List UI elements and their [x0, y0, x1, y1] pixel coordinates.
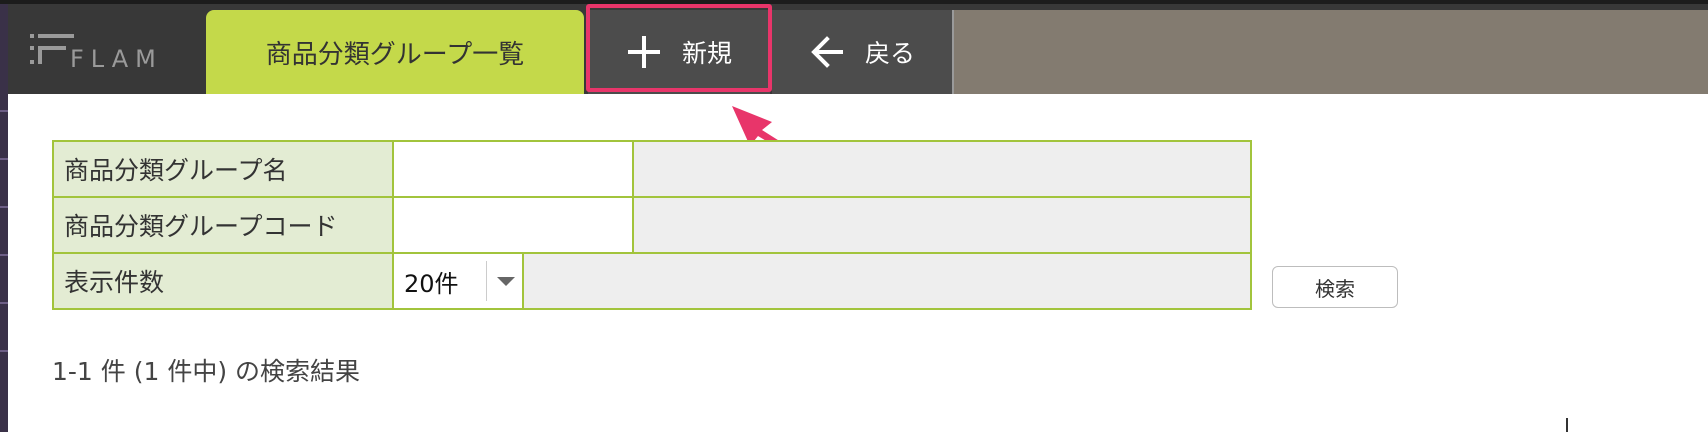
display-count-select[interactable]: 20件 [394, 254, 524, 308]
new-button-label: 新規 [681, 39, 732, 68]
group-code-label: 商品分類グループコード [54, 198, 394, 252]
form-row-filler [634, 198, 1250, 252]
select-divider [486, 261, 487, 301]
group-code-input-cell [394, 198, 634, 252]
back-button[interactable]: 戻る [772, 10, 954, 94]
flam-logo-mark: FLAM [30, 34, 163, 73]
search-form: 商品分類グループ名 商品分類グループコード 表示件数 20件 [52, 140, 1252, 310]
flam-logo: FLAM [30, 30, 190, 74]
result-summary: 1-1 件 (1 件中) の検索結果 [52, 357, 361, 386]
background-window-line [0, 110, 8, 112]
background-window-line [0, 254, 8, 256]
group-name-label: 商品分類グループ名 [54, 142, 394, 196]
group-name-input-cell [394, 142, 634, 196]
background-window-edge [0, 0, 8, 432]
search-button[interactable]: 検索 [1272, 266, 1398, 308]
display-count-label: 表示件数 [54, 254, 394, 308]
group-code-input[interactable] [394, 198, 632, 252]
background-window-line [0, 302, 8, 304]
caret-down-icon [497, 276, 515, 286]
background-window-line [0, 206, 8, 208]
tab-label: 商品分類グループ一覧 [265, 39, 525, 70]
background-window-line [0, 158, 8, 160]
display-count-value: 20件 [404, 269, 459, 298]
text-cursor [1566, 418, 1568, 432]
background-window-line [0, 350, 8, 352]
new-button[interactable]: 新規 [588, 10, 770, 94]
logo-text: FLAM [70, 45, 163, 73]
form-row-filler [634, 142, 1250, 196]
form-row-filler [524, 254, 1250, 308]
tab-product-category-group-list[interactable]: 商品分類グループ一覧 [206, 10, 584, 94]
nav-bar-filler [954, 10, 1708, 94]
back-button-label: 戻る [864, 39, 915, 68]
form-row-group-name: 商品分類グループ名 [54, 142, 1250, 198]
group-name-input[interactable] [394, 142, 632, 196]
form-row-group-code: 商品分類グループコード [54, 198, 1250, 254]
plus-icon [627, 36, 660, 68]
arrow-left-icon [811, 36, 843, 68]
form-row-display-count: 表示件数 20件 [54, 254, 1250, 308]
